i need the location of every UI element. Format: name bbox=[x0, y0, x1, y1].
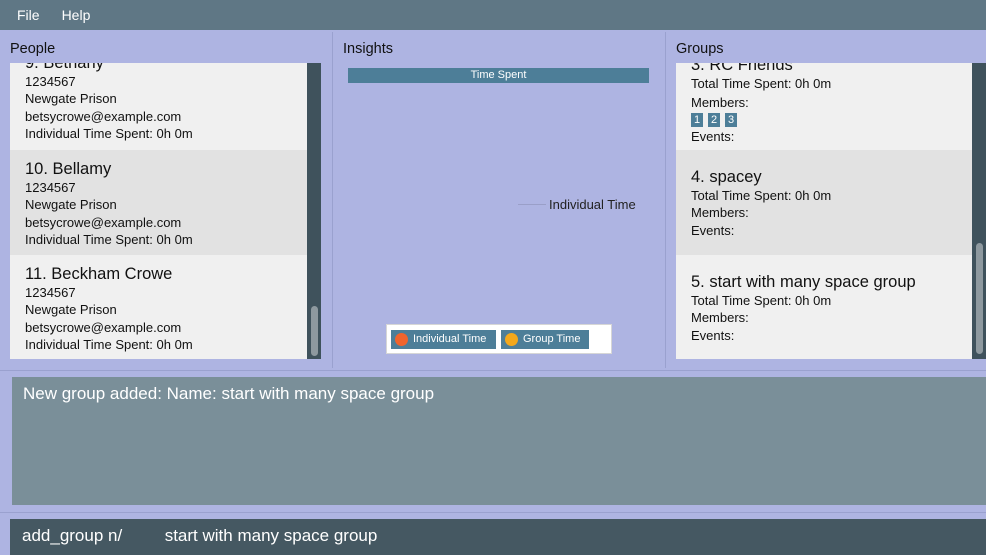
group-name: 3. RC Friends bbox=[691, 63, 793, 74]
group-members-label: Members: bbox=[691, 310, 749, 326]
section-divider bbox=[0, 512, 986, 513]
legend-dot-icon bbox=[395, 333, 408, 346]
person-email: betsycrowe@example.com bbox=[25, 319, 182, 335]
group-time: Total Time Spent: 0h 0m bbox=[691, 293, 832, 308]
group-members-label: Members: bbox=[691, 205, 749, 221]
legend-item-individual: Individual Time bbox=[391, 330, 496, 349]
group-members-label: Members: bbox=[691, 95, 749, 111]
legend-dot-icon bbox=[505, 333, 518, 346]
menu-bar: File Help bbox=[0, 0, 986, 30]
person-phone: 1234567 bbox=[25, 180, 76, 195]
person-address: Newgate Prison bbox=[25, 302, 117, 318]
section-divider bbox=[0, 370, 986, 371]
group-name: 5. start with many space group bbox=[691, 273, 916, 291]
chart-legend: Individual Time Group Time bbox=[386, 324, 612, 354]
group-time: Total Time Spent: 0h 0m bbox=[691, 188, 832, 203]
people-scrollbar-thumb[interactable] bbox=[311, 306, 318, 356]
command-input[interactable]: add_group n/ start with many space group bbox=[10, 519, 986, 555]
group-card[interactable]: 5. start with many space group Total Tim… bbox=[676, 255, 986, 359]
member-chip[interactable]: 1 bbox=[691, 112, 703, 127]
person-card[interactable]: 10. Bellamy 1234567 Newgate Prison betsy… bbox=[10, 150, 321, 255]
group-events-label: Events: bbox=[691, 222, 735, 238]
groups-pane-title: Groups bbox=[676, 41, 724, 57]
insights-pane-title: Insights bbox=[343, 41, 393, 57]
time-spent-tab[interactable]: Time Spent bbox=[348, 68, 649, 83]
groups-scrollbar[interactable] bbox=[972, 63, 986, 359]
file-menu[interactable]: File bbox=[9, 7, 48, 23]
legend-label: Group Time bbox=[523, 333, 581, 345]
pie-label: Individual Time bbox=[549, 197, 636, 212]
person-name: 9. Bethany bbox=[25, 63, 104, 72]
pie-label-line bbox=[518, 204, 546, 205]
person-card[interactable]: 9. Bethany 1234567 Newgate Prison betsyc… bbox=[10, 63, 321, 150]
pane-divider[interactable] bbox=[332, 32, 333, 368]
people-list[interactable]: 9. Bethany 1234567 Newgate Prison betsyc… bbox=[10, 63, 321, 359]
groups-scrollbar-thumb[interactable] bbox=[976, 243, 983, 354]
group-events-label: Events: bbox=[691, 128, 735, 144]
result-display: New group added: Name: start with many s… bbox=[12, 377, 986, 505]
group-members: 123 bbox=[691, 112, 986, 128]
group-name: 4. spacey bbox=[691, 168, 762, 186]
group-events-label: Events: bbox=[691, 327, 735, 343]
groups-list[interactable]: 3. RC Friends Total Time Spent: 0h 0m Me… bbox=[676, 63, 986, 359]
person-address: Newgate Prison bbox=[25, 91, 117, 107]
help-menu[interactable]: Help bbox=[54, 7, 99, 23]
person-time: Individual Time Spent: 0h 0m bbox=[25, 231, 193, 247]
pane-divider[interactable] bbox=[665, 32, 666, 368]
person-phone: 1234567 bbox=[25, 74, 76, 89]
person-time: Individual Time Spent: 0h 0m bbox=[25, 125, 193, 141]
person-email: betsycrowe@example.com bbox=[25, 214, 182, 230]
person-phone: 1234567 bbox=[25, 285, 76, 300]
people-pane-title: People bbox=[10, 41, 56, 57]
group-card[interactable]: 4. spacey Total Time Spent: 0h 0m Member… bbox=[676, 150, 986, 255]
person-address: Newgate Prison bbox=[25, 197, 117, 213]
member-chip[interactable]: 3 bbox=[725, 112, 737, 127]
person-name: 10. Bellamy bbox=[25, 160, 112, 178]
person-email: betsycrowe@example.com bbox=[25, 108, 182, 124]
group-card[interactable]: 3. RC Friends Total Time Spent: 0h 0m Me… bbox=[676, 63, 986, 150]
people-scrollbar[interactable] bbox=[307, 63, 321, 359]
member-chip[interactable]: 2 bbox=[708, 112, 720, 127]
person-name: 11. Beckham Crowe bbox=[25, 265, 173, 283]
person-card[interactable]: 11. Beckham Crowe 1234567 Newgate Prison… bbox=[10, 255, 321, 359]
legend-item-group: Group Time bbox=[501, 330, 589, 349]
legend-label: Individual Time bbox=[413, 333, 487, 345]
person-time: Individual Time Spent: 0h 0m bbox=[25, 336, 193, 352]
group-time: Total Time Spent: 0h 0m bbox=[691, 76, 832, 91]
